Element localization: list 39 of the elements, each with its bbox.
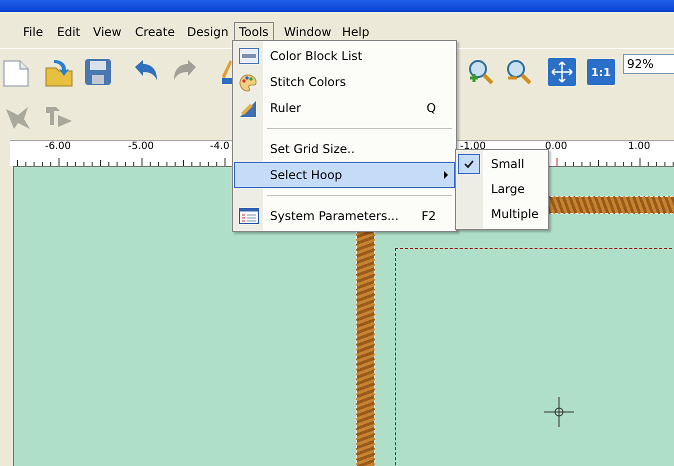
menu-item[interactable]: Select Hoop bbox=[234, 162, 455, 188]
menu-item[interactable]: Create bbox=[130, 22, 180, 42]
menu-item[interactable]: Ruler Q bbox=[234, 95, 455, 121]
menu-item[interactable]: Small bbox=[456, 152, 548, 177]
menu-item[interactable]: Multiple bbox=[456, 202, 548, 227]
ruler-label: 0.00 bbox=[545, 141, 568, 153]
menu-item[interactable]: Stitch Colors bbox=[234, 69, 455, 95]
ruler-icon bbox=[239, 100, 257, 118]
window-icon bbox=[239, 208, 259, 224]
menu-item[interactable]: Window bbox=[279, 22, 336, 42]
menu-item[interactable]: Large bbox=[456, 177, 548, 202]
actual-size-button[interactable]: 1:1 bbox=[587, 59, 615, 85]
zoom-field[interactable]: 92% bbox=[623, 54, 674, 74]
submenu-arrow-icon bbox=[444, 171, 448, 179]
menu-item[interactable]: File bbox=[18, 22, 48, 42]
zoom-in-icon[interactable] bbox=[467, 58, 495, 86]
pencil-icon[interactable] bbox=[222, 58, 232, 84]
undo-icon[interactable] bbox=[133, 58, 159, 82]
fit-to-window-icon[interactable] bbox=[548, 58, 576, 86]
redo-icon[interactable] bbox=[172, 58, 198, 82]
menu-item[interactable]: System Parameters... F2 bbox=[234, 203, 455, 229]
save-icon[interactable] bbox=[84, 58, 112, 86]
folder-icon[interactable] bbox=[44, 58, 74, 88]
menu-item[interactable]: Color Block List bbox=[234, 43, 455, 69]
menu-item[interactable]: View bbox=[88, 22, 126, 42]
palette-icon bbox=[239, 74, 257, 92]
menu-item[interactable]: Edit bbox=[52, 22, 86, 42]
zoom-out-icon[interactable] bbox=[505, 58, 533, 86]
list-icon bbox=[239, 48, 259, 64]
ruler-label: 1.00 bbox=[628, 141, 650, 153]
ruler-label: -4.0 bbox=[210, 141, 230, 153]
menu-item[interactable]: Set Grid Size.. bbox=[234, 136, 455, 162]
ruler-label: -5.00 bbox=[128, 141, 154, 153]
menu-item[interactable]: Tools bbox=[234, 22, 274, 42]
crosshair-icon bbox=[544, 397, 574, 427]
menu-item[interactable]: Design bbox=[182, 22, 234, 42]
ruler-label: -1.00 bbox=[460, 141, 486, 153]
ruler-label: -6.00 bbox=[45, 141, 71, 153]
menu-item[interactable]: Help bbox=[337, 22, 374, 42]
